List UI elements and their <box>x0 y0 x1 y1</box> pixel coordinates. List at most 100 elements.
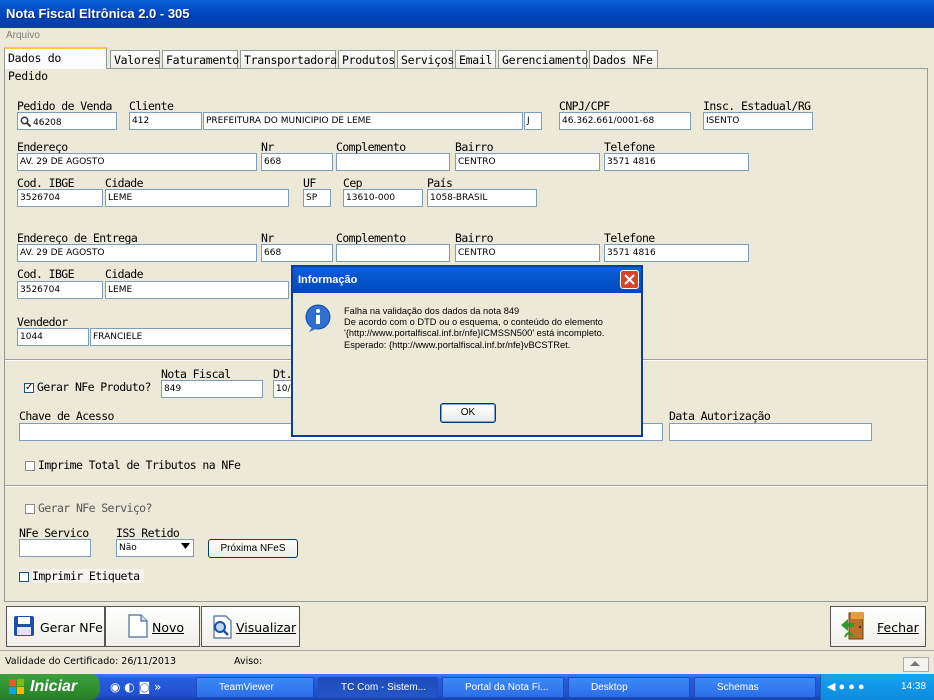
task-schemas[interactable]: Schemas <box>694 677 816 698</box>
visualizar-label: Visualizar <box>236 620 297 635</box>
telefone-field[interactable]: 3571 4816 <box>604 153 749 171</box>
imprime-tributos-checkbox[interactable] <box>25 461 35 471</box>
cidade-field[interactable]: LEME <box>105 189 289 207</box>
data-autorizacao-field[interactable] <box>669 423 872 441</box>
entrega-ibge-field[interactable]: 3526704 <box>17 281 103 299</box>
nota-label: Nota Fiscal <box>161 367 231 381</box>
entrega-cidade-label: Cidade <box>105 267 144 281</box>
bairro-field[interactable]: CENTRO <box>455 153 600 171</box>
gerar-produto-label: Gerar NFe Produto? <box>37 380 151 394</box>
iss-value: Não <box>119 543 137 553</box>
gerar-produto-checkbox[interactable]: ✓ <box>24 383 34 393</box>
telefone-label: Telefone <box>604 140 655 154</box>
task-teamviewer[interactable]: TeamViewer <box>196 677 314 698</box>
ok-button[interactable]: OK <box>440 403 496 423</box>
gerar-nfe-label: Gerar NFe <box>40 620 103 635</box>
cliente-name-field[interactable]: PREFEITURA DO MUNICIPIO DE LEME <box>203 112 523 130</box>
cep-label: Cep <box>343 176 363 190</box>
bairro-label: Bairro <box>455 140 494 154</box>
preview-icon <box>211 615 233 642</box>
fechar-button[interactable]: Fechar <box>830 606 926 647</box>
cliente-type-field[interactable]: J <box>524 112 542 130</box>
uf-field[interactable]: SP <box>303 189 331 207</box>
chevron-down-icon[interactable] <box>181 543 190 553</box>
vendedor-label: Vendedor <box>17 315 68 329</box>
search-icon[interactable] <box>20 116 32 129</box>
imprime-tributos-label: Imprime Total de Tributos na NFe <box>38 458 241 472</box>
floppy-disk-icon <box>13 615 35 640</box>
proxima-nfes-button[interactable]: Próxima NFeS <box>208 539 298 558</box>
ibge-field[interactable]: 3526704 <box>17 189 103 207</box>
entrega-bairro-label: Bairro <box>455 231 494 245</box>
novo-button[interactable]: Novo <box>105 606 200 647</box>
entrega-nr-field[interactable]: 668 <box>261 244 333 262</box>
tray-icons[interactable]: ◀ ● ● ● <box>827 680 865 693</box>
vendedor-name-field[interactable]: FRANCIELE <box>90 328 295 346</box>
gerar-servico-checkbox[interactable] <box>25 504 35 514</box>
tab-dados-nfe[interactable]: Dados NFe <box>589 50 658 68</box>
nota-field[interactable]: 849 <box>161 380 263 398</box>
uf-label: UF <box>303 176 316 190</box>
task-tc-com[interactable]: TC Com - Sistem... <box>318 677 438 698</box>
endereco-label: Endereço <box>17 140 68 154</box>
menu-arquivo[interactable]: Arquivo <box>6 30 40 41</box>
dialog-message: Falha na validação dos dados da nota 849… <box>344 306 604 351</box>
entrega-bairro-field[interactable]: CENTRO <box>455 244 600 262</box>
pais-field[interactable]: 1058-BRASIL <box>427 189 537 207</box>
gerar-nfe-button[interactable]: Gerar NFe <box>6 606 105 647</box>
taskbar: Iniciar ◉ ◐ ◙ » TeamViewer TC Com - Sist… <box>0 674 934 700</box>
tab-faturamento[interactable]: Faturamento <box>162 50 239 68</box>
ie-label: Insc. Estadual/RG <box>703 99 811 113</box>
visualizar-button[interactable]: Visualizar <box>201 606 300 647</box>
new-document-icon <box>128 614 148 641</box>
pedido-field[interactable]: 46208 <box>17 112 117 130</box>
cidade-label: Cidade <box>105 176 144 190</box>
tab-servicos[interactable]: Serviços <box>397 50 454 68</box>
clock: 14:38 <box>901 681 927 692</box>
vendedor-code-field[interactable]: 1044 <box>17 328 89 346</box>
close-icon[interactable] <box>620 270 639 289</box>
dialog-line: Falha na validação dos dados da nota 849 <box>344 306 520 316</box>
dialog-titlebar[interactable]: Informação <box>293 267 641 293</box>
tab-transportadora[interactable]: Transportadora <box>240 50 337 68</box>
chave-label: Chave de Acesso <box>19 409 114 423</box>
dialog-line: '{http://www.portalfiscal.inf.br/nfe}ICM… <box>344 328 605 339</box>
window-title: Nota Fiscal Eltrônica 2.0 - 305 <box>6 6 190 21</box>
task-portal[interactable]: Portal da Nota Fi... <box>442 677 564 698</box>
dialog-title: Informação <box>298 274 358 286</box>
dialog-line: Esperado: {http://www.portalfiscal.inf.b… <box>344 339 571 350</box>
cliente-code-field[interactable]: 412 <box>129 112 202 130</box>
complemento-field[interactable] <box>336 153 450 171</box>
complemento-label: Complemento <box>336 140 406 154</box>
window-titlebar[interactable]: Nota Fiscal Eltrônica 2.0 - 305 <box>0 0 934 28</box>
iss-select[interactable]: Não <box>116 539 194 557</box>
expand-icon[interactable] <box>903 657 929 672</box>
quicklaunch-icons[interactable]: ◉ ◐ ◙ » <box>110 680 161 694</box>
tab-produtos[interactable]: Produtos <box>338 50 395 68</box>
dialog-line: De acordo com o DTD ou o esquema, o cont… <box>344 317 603 328</box>
tab-valores[interactable]: Valores <box>110 50 161 68</box>
ibge-label: Cod. IBGE <box>17 176 75 190</box>
menu-bar: Arquivo <box>0 28 934 44</box>
endereco-field[interactable]: AV. 29 DE AGOSTO <box>17 153 257 171</box>
entrega-telefone-field[interactable]: 3571 4816 <box>604 244 749 262</box>
nr-field[interactable]: 668 <box>261 153 333 171</box>
imprimir-etiqueta-checkbox[interactable] <box>19 572 29 582</box>
tab-email[interactable]: Email <box>455 50 496 68</box>
tab-gerenciamento[interactable]: Gerenciamento <box>498 50 588 68</box>
cliente-label: Cliente <box>129 99 174 113</box>
ie-field[interactable]: ISENTO <box>703 112 813 130</box>
cnpj-field[interactable]: 46.362.661/0001-68 <box>559 112 691 130</box>
nfe-servico-field[interactable] <box>19 539 91 557</box>
entrega-complemento-field[interactable] <box>336 244 450 262</box>
start-button[interactable]: Iniciar <box>0 674 100 700</box>
task-desktop[interactable]: Desktop <box>568 677 690 698</box>
entrega-telefone-label: Telefone <box>604 231 655 245</box>
entrega-cidade-field[interactable]: LEME <box>105 281 289 299</box>
entrega-field[interactable]: AV. 29 DE AGOSTO <box>17 244 257 262</box>
entrega-label: Endereço de Entrega <box>17 231 138 245</box>
entrega-complemento-label: Complemento <box>336 231 406 245</box>
system-tray: ◀ ● ● ● 14:38 <box>820 674 934 700</box>
cep-field[interactable]: 13610-000 <box>343 189 423 207</box>
tab-dados-do-pedido[interactable]: Dados do Pedido <box>4 47 107 83</box>
